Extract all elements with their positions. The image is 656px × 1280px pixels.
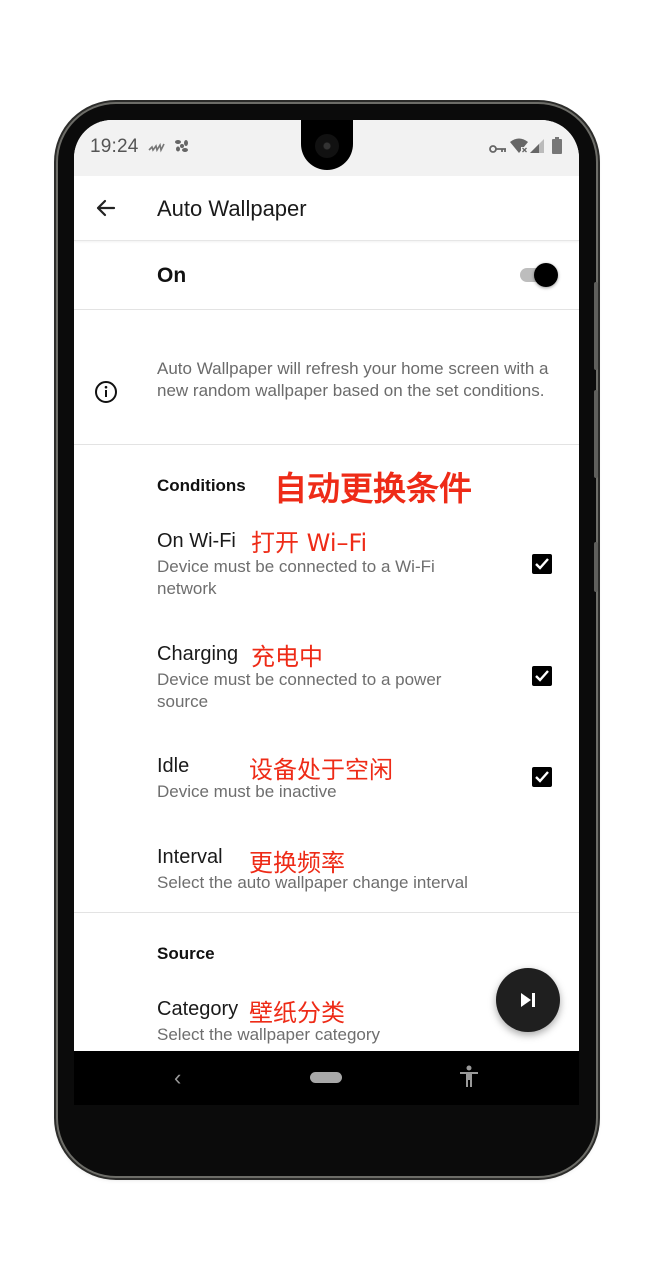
item-subtitle: Select the auto wallpaper change interva… [157, 873, 468, 892]
nav-back-button[interactable]: ‹ [174, 1065, 181, 1091]
page-title: Auto Wallpaper [157, 196, 307, 221]
item-subtitle: Device must be inactive [157, 782, 337, 801]
status-time: 19:24 [90, 136, 139, 157]
check-icon [535, 771, 549, 783]
cell-signal-icon [530, 139, 544, 156]
arrow-left-icon [96, 199, 116, 217]
skip-next-fab[interactable] [496, 968, 560, 1032]
home-pill-icon[interactable] [310, 1072, 342, 1083]
idle-checkbox[interactable] [532, 767, 552, 787]
section-divider [74, 912, 579, 913]
navigation-bar: ‹ [74, 1051, 579, 1105]
vpn-key-icon [489, 141, 507, 157]
camera-notch [301, 120, 353, 170]
toggle-thumb [534, 263, 558, 287]
item-annotation: 打开 Wi–Fi [251, 529, 368, 557]
item-title: Interval [157, 846, 223, 868]
battery-icon [552, 137, 562, 157]
item-annotation: 充电中 [251, 643, 323, 671]
check-icon [535, 670, 549, 682]
info-text: Auto Wallpaper will refresh your home sc… [157, 359, 549, 400]
power-button [594, 542, 598, 592]
item-subtitle: Device must be connected to a Wi-Fi netw… [157, 557, 435, 598]
info-icon [94, 380, 118, 404]
screen: 19:24 Auto Wallpaper On Auto Wallpaper w… [74, 120, 579, 1105]
item-annotation: 设备处于空闲 [249, 756, 393, 784]
volume-down-button [594, 390, 598, 478]
item-title: Category [157, 998, 239, 1020]
item-title: Charging [157, 643, 239, 665]
app-bar: Auto Wallpaper [74, 176, 579, 241]
item-subtitle: Select the wallpaper category [157, 1025, 381, 1044]
signal-wave-icon [148, 140, 166, 156]
master-switch-label: On [157, 264, 187, 287]
accessibility-icon[interactable] [458, 1065, 480, 1094]
wifi-checkbox[interactable] [532, 554, 552, 574]
back-button[interactable] [92, 194, 120, 222]
info-section: Auto Wallpaper will refresh your home sc… [74, 310, 579, 445]
master-switch-row[interactable]: On [74, 241, 579, 310]
skip-next-icon [521, 993, 535, 1007]
master-toggle[interactable] [520, 263, 558, 287]
wifi-x-icon [510, 138, 528, 156]
volume-up-button [594, 282, 598, 370]
item-subtitle: Device must be connected to a power sour… [157, 670, 442, 711]
check-icon [535, 558, 549, 570]
front-camera [315, 134, 339, 158]
item-annotation: 壁纸分类 [249, 999, 345, 1027]
item-title: On Wi-Fi [157, 530, 236, 552]
fan-icon [174, 138, 190, 157]
conditions-annotation: 自动更换条件 [274, 469, 472, 508]
item-title: Idle [157, 755, 190, 777]
charging-checkbox[interactable] [532, 666, 552, 686]
source-header: Source [157, 944, 215, 963]
conditions-header: Conditions [157, 476, 246, 495]
